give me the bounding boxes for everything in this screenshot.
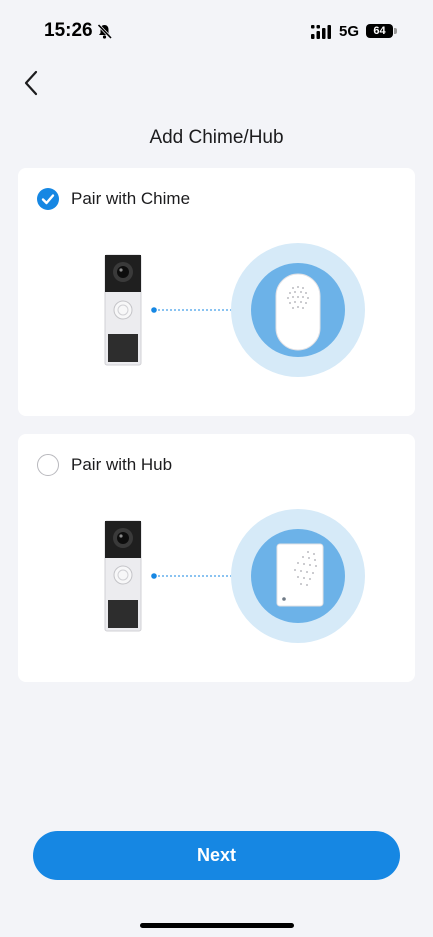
doorbell-icon — [104, 254, 142, 366]
option-card-chime[interactable]: Pair with Chime — [18, 168, 415, 416]
battery-level: 64 — [373, 25, 386, 37]
hub-icon — [231, 509, 365, 643]
chevron-left-icon — [24, 70, 38, 96]
option-card-hub[interactable]: Pair with Hub — [18, 434, 415, 682]
option-label-chime: Pair with Chime — [71, 189, 191, 208]
status-time: 15:26 — [44, 20, 93, 41]
signal-icon — [311, 25, 331, 39]
chime-icon — [231, 243, 365, 377]
network-label: 5G — [339, 23, 360, 40]
battery-icon: 64 — [366, 24, 393, 38]
home-indicator — [140, 923, 294, 928]
doorbell-hub-illustration — [104, 509, 365, 643]
doorbell-chime-illustration — [104, 243, 365, 377]
status-bar: 15:26 5G 64 — [0, 0, 433, 64]
next-button[interactable]: Next — [33, 831, 400, 880]
option-label-hub: Pair with Hub — [71, 455, 173, 474]
back-button[interactable] — [14, 66, 48, 100]
radio-checked-icon[interactable] — [37, 188, 59, 210]
doorbell-icon — [104, 520, 142, 632]
page-title: Add Chime/Hub — [149, 127, 284, 148]
bell-slash-icon — [97, 23, 113, 40]
radio-unchecked-icon[interactable] — [37, 454, 59, 476]
checkmark-icon — [41, 194, 55, 205]
battery-tip — [394, 28, 397, 34]
